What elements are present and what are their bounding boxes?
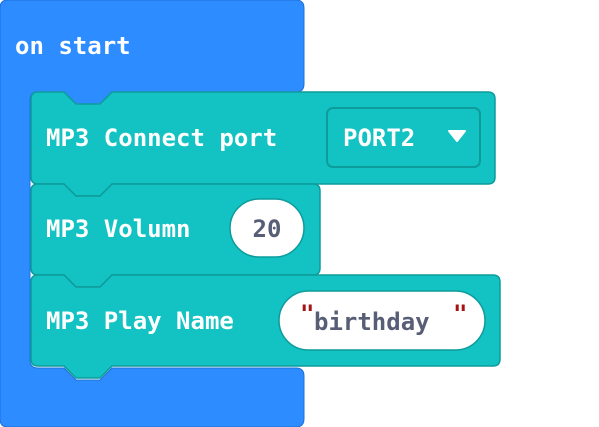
- play-name-string-value: birthday: [314, 308, 430, 336]
- close-quote: ": [453, 300, 467, 328]
- on-start-label: on start: [15, 32, 131, 60]
- mp3-connect-port-block[interactable]: MP3 Connect port PORT2: [30, 91, 496, 197]
- mp3-volume-block[interactable]: MP3 Volumn 20: [30, 183, 321, 288]
- mp3-play-name-block[interactable]: MP3 Play Name " birthday ": [30, 274, 501, 379]
- play-name-string-field[interactable]: " birthday ": [278, 290, 486, 351]
- volume-number-field[interactable]: 20: [229, 198, 305, 258]
- volume-number-value: 20: [253, 215, 282, 243]
- mp3-volume-label: MP3 Volumn: [46, 215, 191, 243]
- mp3-play-name-label: MP3 Play Name: [46, 307, 234, 335]
- port-dropdown-value: PORT2: [343, 124, 415, 152]
- mp3-connect-port-label: MP3 Connect port: [46, 124, 277, 152]
- open-quote: ": [300, 300, 314, 328]
- port-dropdown[interactable]: PORT2: [326, 107, 481, 168]
- workspace: on start MP3 Connect port PORT2 MP3 Volu…: [0, 0, 501, 427]
